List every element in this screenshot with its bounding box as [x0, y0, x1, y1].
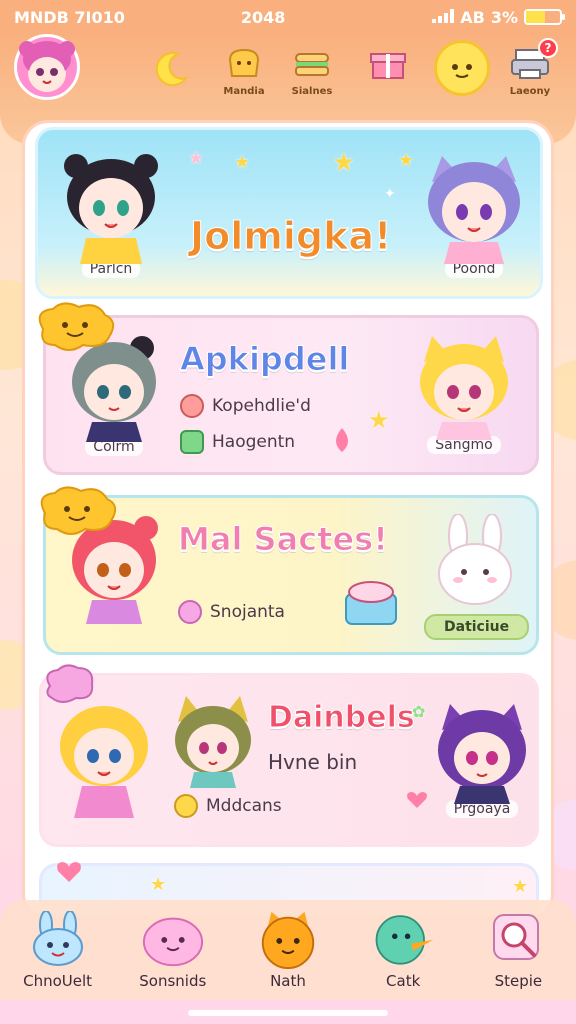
profile-avatar[interactable]: [14, 34, 80, 100]
circle-badge-icon: [180, 394, 204, 418]
bottom-nav: ChnoUelt Sonsnids Nath Catk Stepie: [0, 900, 576, 1000]
apk-item-label: Kopehdlie'd: [212, 396, 311, 416]
header-button-label: Sialnes: [291, 86, 333, 97]
header-button-label: Mandia: [223, 86, 265, 97]
header-button-sialnes[interactable]: Sialnes: [290, 44, 334, 97]
nav-label: Catk: [386, 972, 421, 990]
character-right[interactable]: Poond: [418, 152, 530, 278]
blonde-cat-girl-icon: [420, 336, 508, 440]
mal-item-label: Snojanta: [210, 602, 285, 622]
nav-item-chnouelt[interactable]: ChnoUelt: [8, 910, 108, 990]
welcome-title: Jolmigka!: [189, 214, 392, 259]
status-time: MNDB 7I010: [14, 7, 125, 27]
smiley-icon: [434, 40, 490, 96]
bread-icon: [228, 48, 260, 77]
blonde-girl-icon: [60, 706, 148, 818]
smiley-cloud-icon: [38, 302, 115, 351]
nav-item-catk[interactable]: Catk: [353, 910, 453, 990]
dain-title: Dainbels: [268, 700, 416, 736]
battery-fill: [526, 11, 545, 23]
gift-box-icon: [370, 53, 406, 79]
notification-badge: ?: [538, 38, 558, 58]
signal-icon: [432, 8, 455, 27]
dain-card[interactable]: Dainbels Hvne bin Mddcans ✿ Prgoaya: [39, 664, 539, 847]
heart-icon: [407, 792, 427, 808]
status-indicators: AB 3%: [432, 7, 565, 27]
header-button-gift[interactable]: [366, 44, 410, 86]
dain-item-label: Mddcans: [206, 796, 282, 816]
character-olive[interactable]: [168, 692, 258, 788]
nav-item-nath[interactable]: Nath: [238, 910, 338, 990]
nav-label: ChnoUelt: [23, 972, 93, 990]
header-button-smiley[interactable]: [434, 40, 490, 96]
leaf-icon: [180, 430, 204, 454]
bunny-character[interactable]: [430, 514, 520, 608]
nav-item-sonsnids[interactable]: Sonsnids: [123, 910, 223, 990]
battery-percent: 3%: [490, 7, 518, 27]
pink-blob-icon: [142, 917, 203, 967]
header-button-laeony[interactable]: ? Laeony: [508, 38, 558, 97]
dain-subtitle: Hvne bin: [268, 750, 358, 774]
character-right[interactable]: Prgoaya: [430, 700, 534, 818]
header-button-label: Laeony: [509, 86, 551, 97]
girl-face-icon: [19, 41, 75, 89]
welcome-card[interactable]: ★ ★ ★ ★ ✦ Parlcn Jolmigka! Poond: [35, 127, 543, 299]
sandwich-icon: [295, 53, 329, 76]
daticiue-button[interactable]: Daticiue: [424, 614, 530, 640]
apk-item-2[interactable]: Haogentn: [180, 430, 295, 454]
pink-drop-icon: [336, 428, 348, 452]
apk-item-1[interactable]: Kopehdlie'd: [180, 394, 311, 418]
smiley-cloud-icon: [40, 486, 117, 535]
nav-label: Nath: [270, 972, 306, 990]
nav-label: Sonsnids: [139, 972, 207, 990]
header-button-mandia[interactable]: Mandia: [222, 44, 266, 97]
battery-icon: [524, 9, 565, 25]
character-left[interactable]: Parlcn: [56, 152, 166, 278]
olive-cat-girl-icon: [175, 696, 251, 788]
nav-item-stepie[interactable]: Stepie: [468, 910, 568, 990]
nav-label: Stepie: [494, 972, 543, 990]
moon-button[interactable]: [152, 48, 192, 88]
coin-icon: [174, 794, 198, 818]
apk-title: Apkipdell: [179, 340, 350, 379]
cake-box-icon: [345, 581, 397, 625]
mal-title: Mal Sactes!: [178, 520, 389, 559]
avatar: [14, 34, 80, 100]
heart-icon: [57, 862, 81, 882]
main-panel: ★ ★ ★ ★ ✦ Parlcn Jolmigka! Poond Colrm A…: [22, 120, 554, 920]
black-hair-girl-icon: [64, 154, 158, 264]
magnifier-icon: [493, 914, 540, 960]
purple-cat-girl-icon: [428, 156, 520, 264]
apk-item-label: Haogentn: [212, 432, 296, 452]
status-center-text: 2048: [240, 7, 286, 27]
orange-cat-icon: [261, 911, 315, 969]
duck-icon: [375, 915, 434, 965]
character-right[interactable]: Sangmo: [410, 332, 518, 454]
purple-hair-girl-icon: [438, 704, 526, 804]
bunny-icon: [32, 911, 83, 966]
character-blonde[interactable]: [52, 698, 156, 818]
network-label: AB: [460, 7, 485, 27]
home-indicator[interactable]: [188, 1010, 388, 1016]
mal-item[interactable]: Snojanta: [178, 600, 285, 624]
white-bunny-icon: [438, 514, 512, 605]
status-bar: MNDB 7I010 2048 AB 3%: [0, 0, 576, 34]
dain-item[interactable]: Mddcans: [174, 794, 282, 818]
moon-icon: [155, 52, 189, 87]
flower-icon: [178, 600, 202, 624]
